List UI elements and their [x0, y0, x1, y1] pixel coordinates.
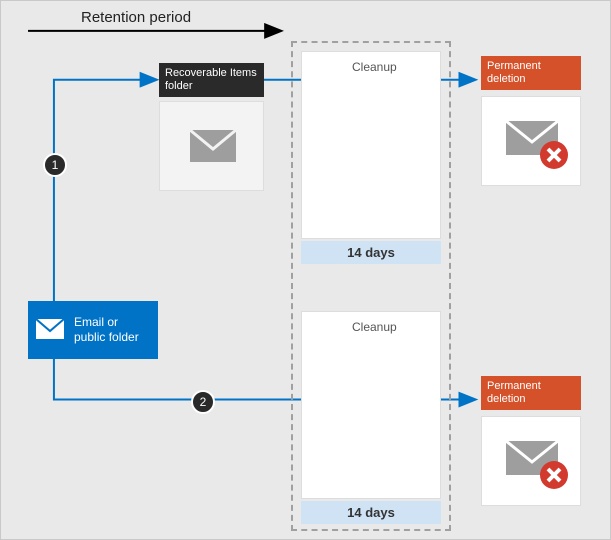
envelope-delete-icon-1: [482, 97, 582, 187]
cleanup-card-2: Cleanup: [301, 311, 441, 499]
email-source-box: Email or public folder: [28, 301, 158, 359]
diagram-canvas: Retention period Cleanup 14 days Cleanup…: [0, 0, 611, 540]
recoverable-items-card: [159, 101, 264, 191]
permanent-deletion-card-1: [481, 96, 581, 186]
envelope-icon-recov: [160, 102, 265, 192]
cleanup-days-2: 14 days: [301, 501, 441, 524]
cleanup-card-1: Cleanup: [301, 51, 441, 239]
cleanup-days-1: 14 days: [301, 241, 441, 264]
permanent-deletion-header-2: Permanent deletion: [481, 376, 581, 410]
cleanup-label-1: Cleanup: [352, 60, 397, 74]
step-badge-1: 1: [43, 153, 67, 177]
retention-period-label: Retention period: [81, 9, 191, 26]
recoverable-items-header: Recoverable Items folder: [159, 63, 264, 97]
cleanup-label-2: Cleanup: [352, 320, 397, 334]
permanent-deletion-header-1: Permanent deletion: [481, 56, 581, 90]
envelope-icon-source: [28, 301, 72, 359]
envelope-delete-icon-2: [482, 417, 582, 507]
permanent-deletion-card-2: [481, 416, 581, 506]
step-badge-2: 2: [191, 390, 215, 414]
